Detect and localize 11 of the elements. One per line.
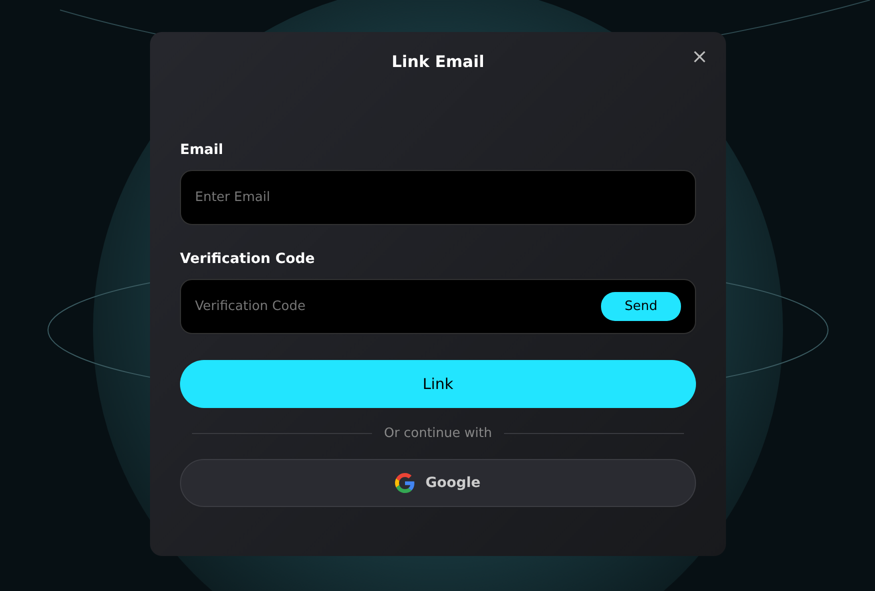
close-button[interactable]: × [687, 44, 712, 68]
send-button[interactable]: Send [601, 292, 681, 321]
field-label: Email [180, 142, 224, 158]
text-input[interactable]: Verification Code [193, 280, 601, 333]
link-button[interactable]: Link [180, 360, 696, 408]
google-icon [395, 473, 416, 493]
input-field[interactable]: Verification Code Send [180, 279, 696, 334]
dialog-title: Link Email [392, 52, 484, 73]
google-button[interactable]: Google [180, 459, 696, 507]
divider-text: Or continue with [384, 426, 492, 441]
field-label: Verification Code [180, 251, 316, 267]
